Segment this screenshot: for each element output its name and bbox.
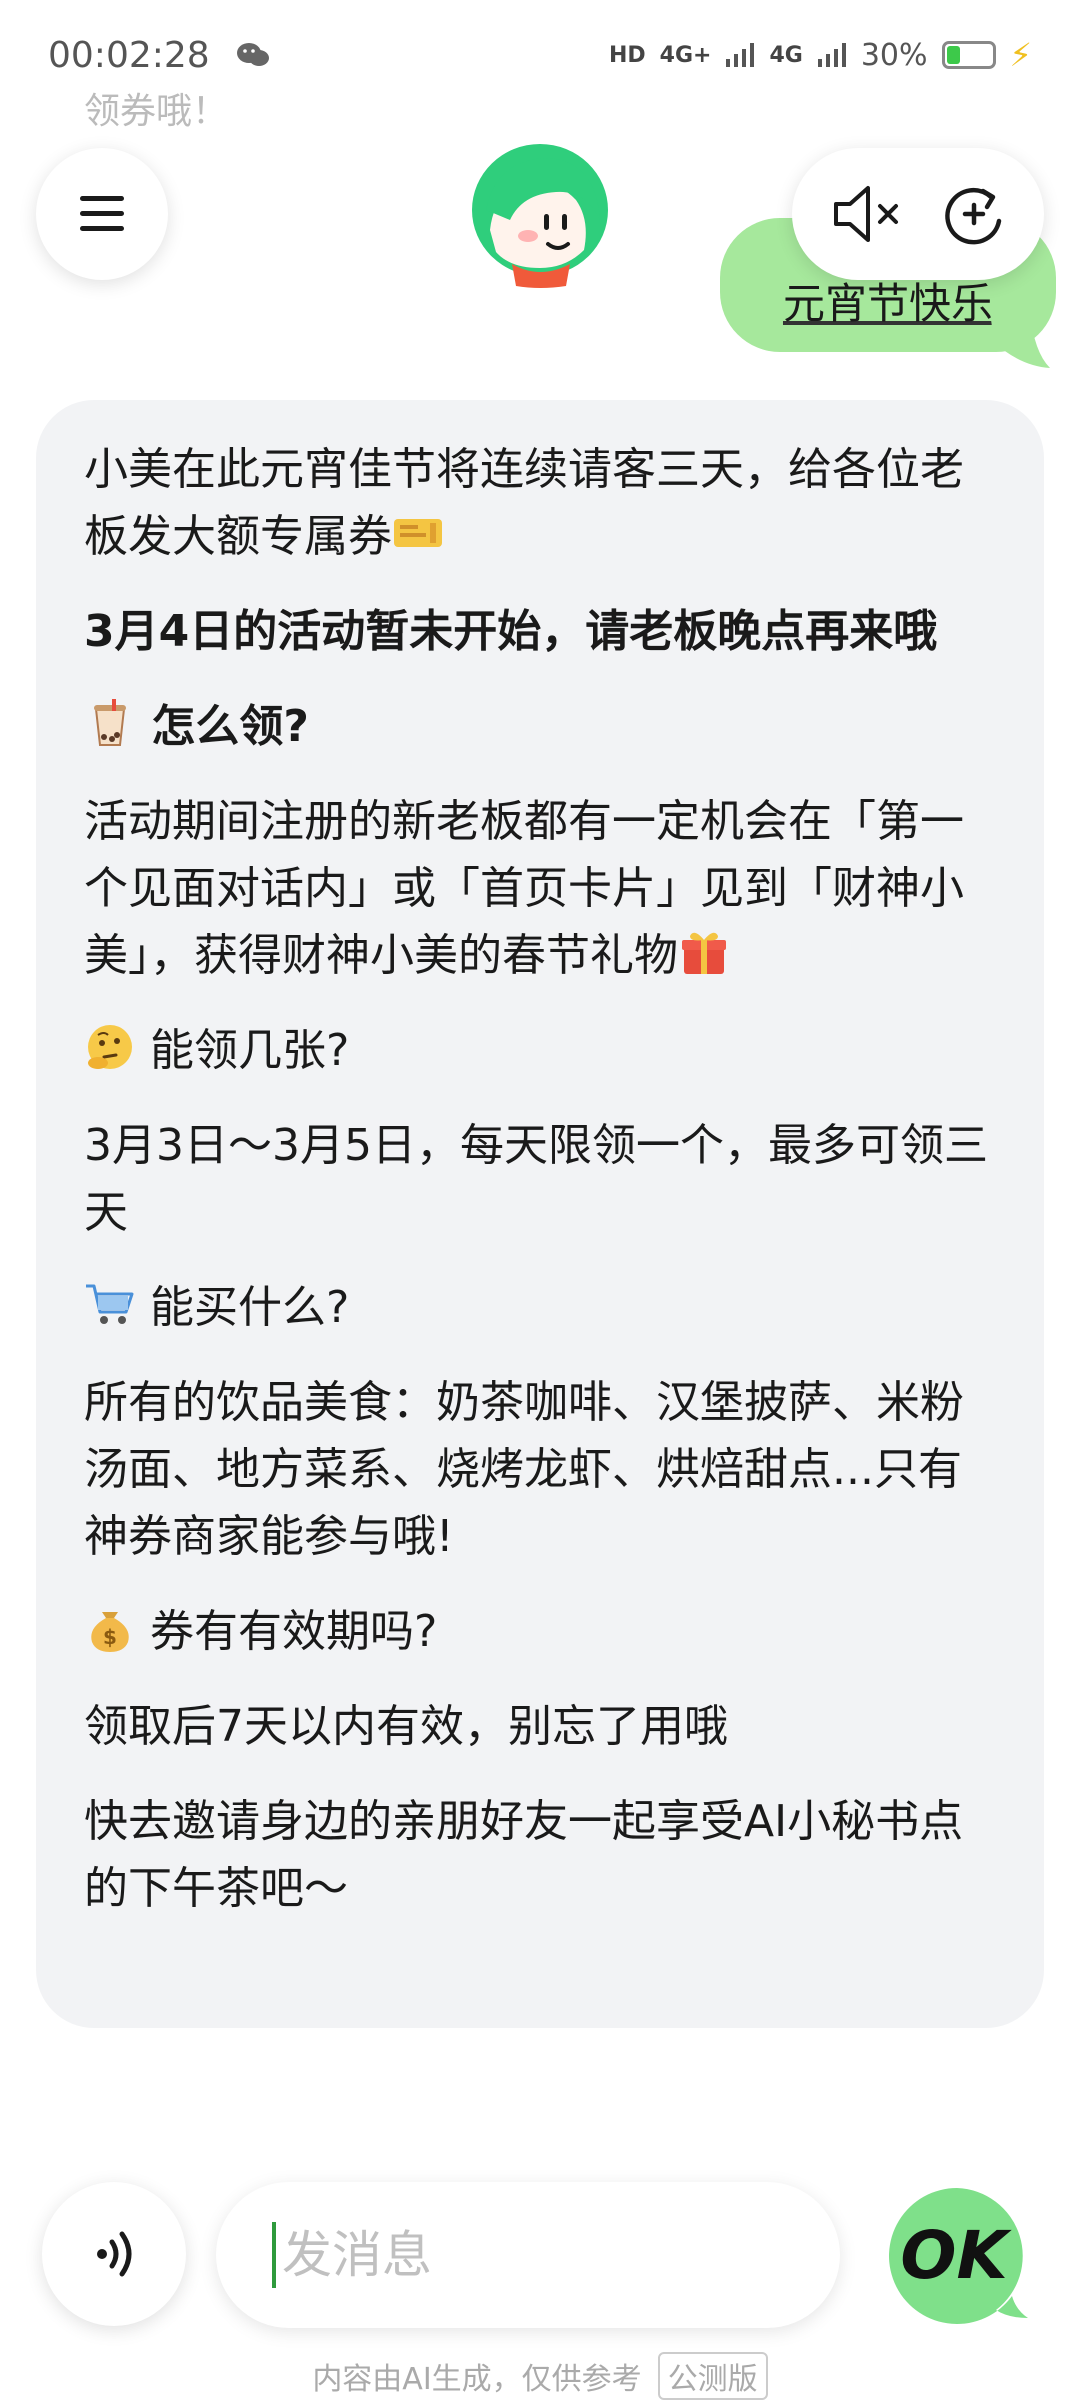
disclaimer-text: 内容由AI生成，仅供参考 (312, 2362, 642, 2397)
message-text: 小美在此元宵佳节将连续请客三天，给各位老板发大额专属券 (84, 444, 964, 562)
message-text: 活动期间注册的新老板都有一定机会在「第一个见面对话内」或「首页卡片」见到「财神小… (84, 796, 964, 981)
message-heading: 能买什么? (84, 1274, 996, 1341)
assistant-message-bubble: 小美在此元宵佳节将连续请客三天，给各位老板发大额专属券 3月4日的活动暂未开始，… (36, 400, 1044, 2028)
signal-bars-icon (726, 43, 755, 67)
charging-icon: ⚡ (1009, 36, 1032, 74)
user-bubble-tail (990, 312, 1050, 368)
speaker-mute-icon[interactable] (830, 182, 906, 246)
signal-bars-icon (817, 43, 846, 67)
battery-percent: 30% (860, 37, 928, 73)
voice-input-button[interactable] (42, 2182, 186, 2326)
message-paragraph: 小美在此元宵佳节将连续请客三天，给各位老板发大额专属券 (84, 436, 996, 570)
thinking-emoji (88, 1025, 132, 1069)
wechat-icon (236, 43, 269, 66)
new-chat-icon[interactable] (941, 181, 1007, 247)
message-paragraph: 3月3日～3月5日，每天限领一个，最多可领三天 (84, 1120, 988, 1238)
cart-emoji (86, 1284, 134, 1324)
beta-tag: 公测版 (657, 2352, 768, 2400)
svg-text:$: $ (103, 1625, 117, 1649)
heading-text: 能买什么? (150, 1282, 350, 1333)
message-notice: 3月4日的活动暂未开始，请老板晚点再来哦 (84, 606, 938, 657)
menu-button[interactable] (36, 148, 168, 280)
assistant-avatar[interactable] (466, 140, 614, 290)
heading-text: 怎么领? (151, 701, 309, 752)
message-input[interactable] (282, 2226, 802, 2284)
voice-icon (97, 2231, 132, 2277)
heading-text: 券有有效期吗? (150, 1606, 438, 1657)
money-bag-emoji: $ (91, 1612, 129, 1652)
text-caret (272, 2222, 276, 2288)
battery-fill (946, 46, 960, 64)
gift-emoji (682, 932, 726, 974)
status-left: 00:02:28 (48, 35, 270, 76)
heading-text: 能领几张? (150, 1025, 350, 1076)
bubble-tea-emoji (94, 699, 126, 746)
ai-disclaimer: 内容由AI生成，仅供参考 公测版 (0, 2352, 1080, 2400)
status-time: 00:02:28 (48, 34, 210, 76)
battery-icon (941, 41, 996, 69)
signal-4g-plus: 4G+ (659, 42, 712, 68)
previous-message-fragment: 领券哦！ (84, 91, 229, 132)
message-paragraph: 快去邀请身边的亲朋好友一起享受AI小秘书点的下午茶吧～ (84, 1796, 964, 1914)
message-paragraph: 所有的饮品美食：奶茶咖啡、汉堡披萨、米粉汤面、地方菜系、烧烤龙虾、烘焙甜点...… (84, 1377, 964, 1562)
hd-indicator: HD (608, 42, 646, 68)
ok-label: OK (900, 2217, 1012, 2294)
message-heading: 怎么领? (84, 693, 996, 760)
signal-4g: 4G (769, 42, 803, 68)
header-actions (792, 148, 1044, 280)
ticket-emoji (394, 519, 442, 547)
message-paragraph: 领取后7天以内有效，别忘了用哦 (84, 1701, 728, 1752)
menu-icon (80, 196, 124, 231)
message-paragraph: 活动期间注册的新老板都有一定机会在「第一个见面对话内」或「首页卡片」见到「财神小… (84, 788, 996, 989)
message-heading: $ 券有有效期吗? (84, 1598, 996, 1665)
ok-send-button[interactable]: OK (884, 2184, 1030, 2330)
message-heading: 能领几张? (84, 1017, 996, 1084)
status-right: HD 4G+ 4G 30% ⚡ (609, 36, 1032, 74)
message-input-container[interactable] (216, 2182, 840, 2328)
